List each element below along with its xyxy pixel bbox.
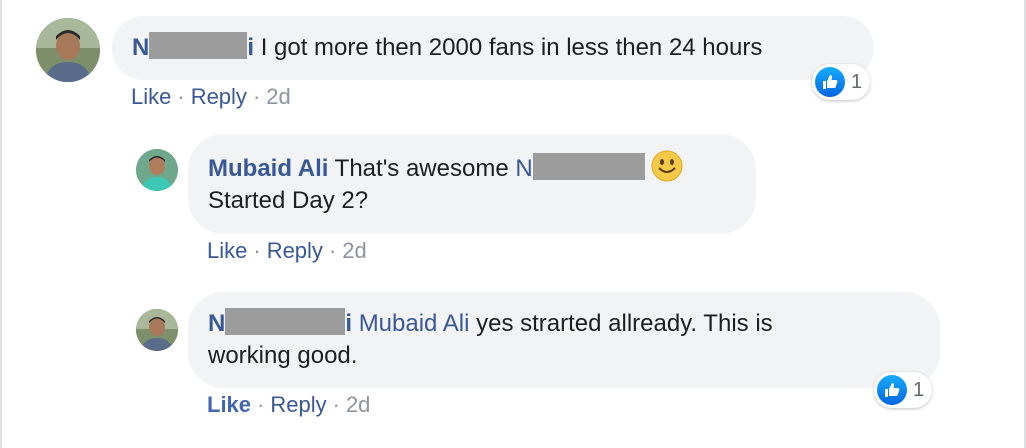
like-link[interactable]: Like xyxy=(207,392,251,417)
comment-text: That's awesome xyxy=(334,155,509,182)
reply-link[interactable]: Reply xyxy=(191,84,247,109)
reaction-count: 1 xyxy=(851,70,863,93)
redacted-name xyxy=(532,153,645,180)
comment-author[interactable]: Ni xyxy=(208,308,352,337)
like-link[interactable]: Like xyxy=(207,238,247,263)
comment-actions: Like · Reply · 2d xyxy=(207,238,367,263)
comment-bubble: Mubaid Ali That's awesome N Started Day … xyxy=(188,134,756,234)
reaction-count: 1 xyxy=(913,378,925,401)
avatar[interactable] xyxy=(36,18,100,82)
comment-bubble: Ni I got more then 2000 fans in less the… xyxy=(112,16,874,80)
like-icon xyxy=(877,375,907,405)
smiley-emoji-icon xyxy=(651,150,683,182)
frame-border-left xyxy=(0,0,2,448)
comment-text-line2: working good. xyxy=(208,342,358,369)
timestamp[interactable]: 2d xyxy=(346,392,370,417)
reply-link[interactable]: Reply xyxy=(267,238,323,263)
timestamp[interactable]: 2d xyxy=(266,84,290,109)
like-icon xyxy=(815,67,845,97)
comment-text-line2: Started Day 2? xyxy=(208,187,369,214)
comment-text: yes strarted allready. This is xyxy=(476,310,773,337)
avatar[interactable] xyxy=(136,309,178,351)
comment-author[interactable]: Mubaid Ali xyxy=(208,155,328,182)
comment-actions: Like · Reply · 2d xyxy=(207,392,371,417)
reply-link[interactable]: Reply xyxy=(270,392,326,417)
reaction-badge[interactable]: 1 xyxy=(874,372,933,408)
avatar[interactable] xyxy=(136,149,178,191)
like-link[interactable]: Like xyxy=(131,84,171,109)
redacted-name xyxy=(149,32,248,59)
comment-actions: Like · Reply · 2d xyxy=(131,84,291,109)
comment-text: I got more then 2000 fans in less then 2… xyxy=(260,34,763,61)
redacted-name xyxy=(225,308,346,335)
comment-bubble: Ni Mubaid Ali yes strarted allready. Thi… xyxy=(188,292,940,388)
mention[interactable]: N xyxy=(515,153,645,182)
timestamp[interactable]: 2d xyxy=(342,238,366,263)
mention[interactable]: Mubaid Ali xyxy=(359,310,470,337)
comment-author[interactable]: Ni xyxy=(132,32,254,61)
reaction-badge[interactable]: 1 xyxy=(812,64,871,100)
